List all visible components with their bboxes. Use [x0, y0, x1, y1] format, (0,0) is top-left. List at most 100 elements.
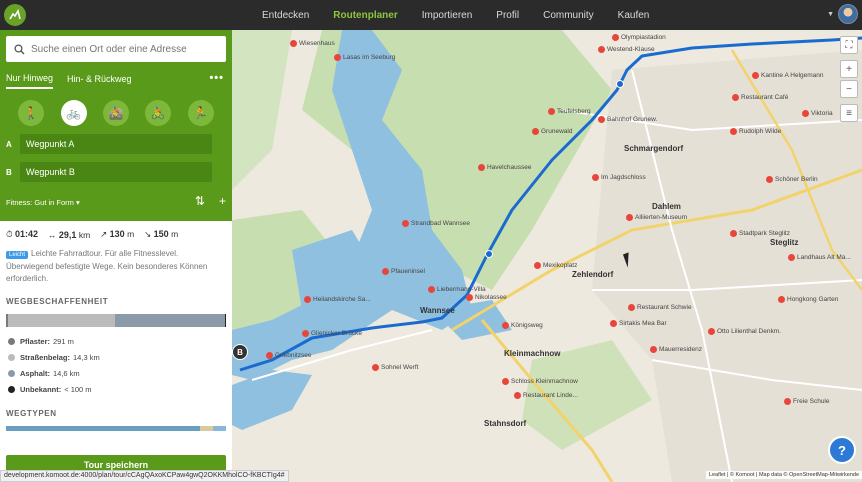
nav-item-community[interactable]: Community [531, 10, 606, 21]
poi[interactable]: Im Jagdschloss [592, 174, 646, 181]
descent-stat: ↘ 150 m [144, 229, 179, 239]
poi[interactable]: Pfaueninsel [382, 268, 425, 275]
poi[interactable]: Teufelsberg [548, 108, 591, 115]
poi[interactable]: Heilandskirche Sa... [304, 296, 371, 303]
waypoint-field[interactable]: Wegpunkt A [20, 134, 212, 154]
surface-segment[interactable] [115, 314, 225, 327]
nav-item-entdecken[interactable]: Entdecken [250, 10, 321, 21]
hiking-icon[interactable]: 🚶 [18, 100, 45, 126]
poi[interactable]: Restaurant Schwie [628, 304, 692, 311]
poi[interactable]: Wiesenhaus [290, 40, 335, 47]
bike-touring-icon[interactable]: 🚲 [60, 100, 87, 126]
poi[interactable]: Freie Schule [784, 398, 830, 405]
chevron-down-icon[interactable]: ▼ [827, 11, 834, 18]
zoom-out-button[interactable]: − [840, 80, 858, 98]
tour-stats: ⏱ 01:42 ↔ 29,1 km ↗ 130 m ↘ 150 m [0, 221, 232, 240]
poi-pin-icon [466, 294, 473, 301]
surface-value: 291 m [53, 336, 74, 346]
poi-pin-icon [478, 164, 485, 171]
main-nav: Entdecken Routenplaner Importieren Profil Co… [250, 0, 661, 30]
poi[interactable]: Rudolph Wilde [730, 128, 781, 135]
place-label: Steglitz [770, 238, 799, 247]
user-menu[interactable]: ▼ [827, 4, 858, 24]
surface-segment[interactable] [224, 314, 226, 327]
poi[interactable]: Kantine A Helgemann [752, 72, 824, 79]
tab-one-way[interactable]: Nur Hinweg [6, 73, 54, 89]
poi[interactable]: Mexikoplatz [534, 262, 577, 269]
poi[interactable]: Schloss Kleinmachnow [502, 378, 578, 385]
clock-icon: ⏱ [6, 229, 13, 239]
poi[interactable]: Restaurant Café [732, 94, 788, 101]
surface-name: Asphalt: [20, 368, 50, 378]
poi-pin-icon [428, 286, 435, 293]
map-attribution: Leaflet | © Komoot | Map data © OpenStre… [705, 471, 862, 479]
poi-pin-icon [598, 46, 605, 53]
poi[interactable]: Glienicker Brücke [302, 330, 362, 337]
reorder-icon[interactable]: ⇅ [195, 194, 205, 208]
running-icon[interactable]: 🏃 [187, 100, 214, 126]
nav-item-kaufen[interactable]: Kaufen [606, 10, 662, 21]
tab-round-trip[interactable]: Hin- & Rückweg [67, 74, 132, 88]
komoot-logo-icon[interactable] [4, 4, 26, 26]
waypoint-b-marker[interactable]: B [232, 344, 248, 360]
layers-icon[interactable]: ≡ [840, 104, 858, 122]
sport-selector: 🚶 🚲 🚵 🚴 🏃 [6, 100, 226, 126]
poi[interactable]: Mauerresidenz [650, 346, 702, 353]
surface-value: 14,3 km [73, 352, 100, 362]
poi[interactable]: Landhaus Alt Ma... [788, 254, 851, 261]
poi-pin-icon [302, 330, 309, 337]
poi[interactable]: Restaurant Linde... [514, 392, 578, 399]
zoom-in-button[interactable]: + [840, 60, 858, 78]
road-bike-icon[interactable]: 🚴 [145, 100, 172, 126]
nav-item-routenplaner[interactable]: Routenplaner [321, 10, 409, 21]
poi[interactable]: Olympiastadion [612, 34, 666, 41]
poi[interactable]: Bahnhof Grunew. [598, 116, 657, 123]
poi[interactable]: Sohnel Werft [372, 364, 418, 371]
poi[interactable]: Viktoria [802, 110, 833, 117]
difficulty-description: Leicht Leichte Fahrradtour. Für alle Fitn… [0, 240, 232, 285]
poi[interactable]: Schöner Berlin [766, 176, 818, 183]
poi-pin-icon [612, 34, 619, 41]
poi[interactable]: Strandbad Wannsee [402, 220, 470, 227]
waypoint-list: A Wegpunkt A B Wegpunkt B [6, 134, 226, 182]
waypoint-field[interactable]: Wegpunkt B [20, 162, 212, 182]
more-options-icon[interactable]: ••• [209, 72, 224, 84]
poi[interactable]: Sirtakis Mea Bar [610, 320, 667, 327]
help-button[interactable]: ? [828, 436, 856, 464]
avatar[interactable] [838, 4, 858, 24]
poi-pin-icon [730, 128, 737, 135]
poi[interactable]: Otto Lilienthal Denkm. [708, 328, 781, 335]
poi-pin-icon [628, 304, 635, 311]
surface-value: < 100 m [64, 384, 92, 394]
fitness-dropdown[interactable]: Fitness: Gut in Form ▾ [6, 198, 80, 207]
search-box[interactable] [6, 36, 226, 62]
poi[interactable]: Liebermann-Villa [428, 286, 486, 293]
poi-pin-icon [708, 328, 715, 335]
nav-item-importieren[interactable]: Importieren [410, 10, 485, 21]
poi-pin-icon [610, 320, 617, 327]
poi[interactable]: Westend-Klause [598, 46, 655, 53]
poi[interactable]: Königsweg [502, 322, 543, 329]
map-view[interactable]: Kleinmachnow Stahnsdorf Zehlendorf Dahle… [232, 30, 862, 482]
poi[interactable]: Griebnitzsee [266, 352, 312, 359]
search-input[interactable] [31, 43, 211, 55]
poi-pin-icon [502, 378, 509, 385]
ascent-icon: ↗ [100, 229, 108, 239]
mountainbike-icon[interactable]: 🚵 [102, 100, 129, 126]
surface-segment[interactable] [8, 314, 116, 327]
route-planner-sidebar: Nur Hinweg Hin- & Rückweg ••• 🚶 🚲 🚵 🚴 🏃 A Weg… [0, 30, 232, 482]
nav-item-profil[interactable]: Profil [484, 10, 531, 21]
poi[interactable]: Alliierten-Museum [626, 214, 687, 221]
poi[interactable]: Grunewald [532, 128, 572, 135]
poi[interactable]: Stadtpark Steglitz [730, 230, 790, 237]
planner-panel: Nur Hinweg Hin- & Rückweg ••• 🚶 🚲 🚵 🚴 🏃 A Weg… [0, 30, 232, 221]
fullscreen-icon[interactable]: ⛶ [840, 36, 858, 54]
surface-heading: WEGBESCHAFFENHEIT [6, 297, 109, 306]
descent-icon: ↘ [144, 229, 152, 239]
poi[interactable]: Hongkong Garten [778, 296, 838, 303]
poi[interactable]: Lasas im Seeburg [334, 54, 395, 61]
poi[interactable]: Nikolassee [466, 294, 507, 301]
legend-dot-icon [8, 353, 15, 361]
poi[interactable]: Havelchaussee [478, 164, 531, 171]
add-waypoint-icon[interactable]: + [219, 194, 226, 208]
